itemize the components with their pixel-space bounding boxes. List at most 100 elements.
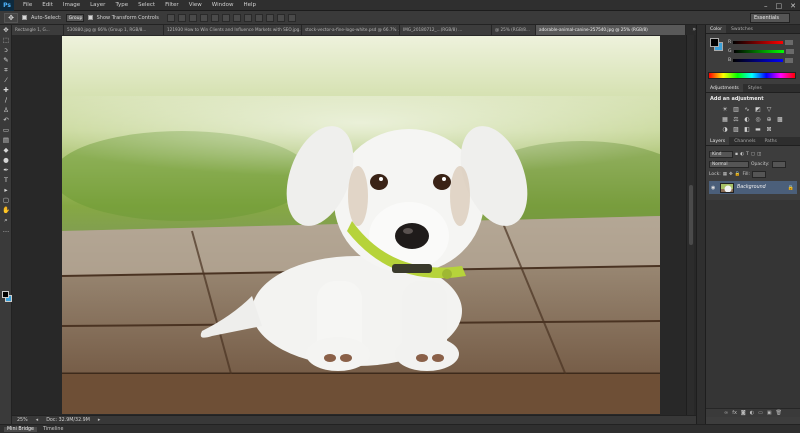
- align-hcenter-icon[interactable]: [210, 13, 219, 22]
- blur-tool-icon[interactable]: ◆: [1, 145, 11, 155]
- move-tool-icon[interactable]: ✥: [4, 12, 18, 23]
- distribute-top-icon[interactable]: [232, 13, 241, 22]
- green-slider[interactable]: [733, 49, 784, 53]
- threshold-icon[interactable]: ◧: [743, 126, 751, 133]
- document-tab[interactable]: Rectangle 1, G...: [12, 25, 64, 35]
- curves-icon[interactable]: ∿: [743, 106, 751, 113]
- distribute-right-icon[interactable]: [287, 13, 296, 22]
- close-icon[interactable]: ✕: [790, 2, 796, 10]
- scrollbar-thumb[interactable]: [689, 185, 693, 245]
- menu-filter[interactable]: Filter: [160, 0, 184, 11]
- move-tool-icon[interactable]: ✥: [1, 25, 11, 35]
- canvas-area[interactable]: [12, 35, 698, 415]
- history-brush-tool-icon[interactable]: ↶: [1, 115, 11, 125]
- lock-pixels-icon[interactable]: ▦: [723, 172, 727, 177]
- fill-field[interactable]: [751, 171, 766, 178]
- layer-name[interactable]: Background: [737, 185, 766, 190]
- green-value-field[interactable]: [785, 48, 794, 54]
- levels-icon[interactable]: ▥: [732, 106, 740, 113]
- status-info-icon[interactable]: ◂: [36, 417, 39, 423]
- transform-controls-checkbox[interactable]: [87, 15, 93, 20]
- extra-tools-icon[interactable]: …: [1, 225, 11, 235]
- hue-saturation-icon[interactable]: ▦: [721, 116, 729, 123]
- layer-style-icon[interactable]: fx: [732, 409, 737, 417]
- brush-tool-icon[interactable]: ∕: [1, 95, 11, 105]
- distribute-hcenter-icon[interactable]: [276, 13, 285, 22]
- document-tab[interactable]: @ 25% (RGB/8...: [492, 25, 536, 35]
- blue-slider[interactable]: [733, 58, 784, 62]
- lasso-tool-icon[interactable]: ↄ: [1, 45, 11, 55]
- healing-tool-icon[interactable]: ✚: [1, 85, 11, 95]
- dodge-tool-icon[interactable]: ●: [1, 155, 11, 165]
- auto-select-checkbox[interactable]: [22, 15, 27, 20]
- menu-help[interactable]: Help: [238, 0, 261, 11]
- menu-view[interactable]: View: [184, 0, 207, 11]
- new-layer-icon[interactable]: ▣: [767, 409, 772, 417]
- quick-select-tool-icon[interactable]: ✎: [1, 55, 11, 65]
- filter-shape-icon[interactable]: ▢: [751, 152, 755, 157]
- filter-pixel-icon[interactable]: ▪: [735, 152, 738, 157]
- tab-timeline[interactable]: Timeline: [43, 427, 63, 432]
- eraser-tool-icon[interactable]: ▭: [1, 125, 11, 135]
- document-tab[interactable]: 121930 How to Win Clients and Influence …: [164, 25, 302, 35]
- vibrance-icon[interactable]: ▽: [765, 106, 773, 113]
- maximize-icon[interactable]: □: [776, 2, 783, 10]
- menu-select[interactable]: Select: [133, 0, 160, 11]
- red-value-field[interactable]: [785, 39, 794, 45]
- link-layers-icon[interactable]: ∞: [724, 409, 728, 417]
- vertical-scrollbar[interactable]: [686, 35, 694, 415]
- selective-color-icon[interactable]: ⊠: [765, 126, 773, 133]
- color-spectrum[interactable]: [708, 72, 796, 79]
- filter-adjustment-icon[interactable]: ◐: [740, 152, 744, 157]
- eyedropper-tool-icon[interactable]: ⁄: [1, 75, 11, 85]
- align-vcenter-icon[interactable]: [177, 13, 186, 22]
- filter-type-icon[interactable]: T: [746, 152, 749, 157]
- gradient-tool-icon[interactable]: ▤: [1, 135, 11, 145]
- distribute-bottom-icon[interactable]: [254, 13, 263, 22]
- tab-paths[interactable]: Paths: [760, 137, 781, 145]
- document-tab[interactable]: 530880.jpg @ 66% (Group 1, RGB/8...: [64, 25, 164, 35]
- color-lookup-icon[interactable]: ▩: [776, 116, 784, 123]
- align-right-icon[interactable]: [221, 13, 230, 22]
- align-left-icon[interactable]: [199, 13, 208, 22]
- path-select-tool-icon[interactable]: ▸: [1, 185, 11, 195]
- red-slider[interactable]: [733, 40, 784, 44]
- new-adjustment-icon[interactable]: ◐: [750, 409, 754, 417]
- document-tab-active[interactable]: adorable-animal-canine-257540.jpg @ 25% …: [536, 25, 686, 35]
- blue-value-field[interactable]: [785, 57, 794, 63]
- tab-mini-bridge[interactable]: Mini Bridge: [4, 426, 38, 432]
- delete-layer-icon[interactable]: 🗑: [776, 409, 782, 417]
- type-tool-icon[interactable]: T: [1, 175, 11, 185]
- auto-select-dropdown[interactable]: Group: [65, 13, 84, 22]
- menu-file[interactable]: File: [18, 0, 37, 11]
- new-group-icon[interactable]: ▭: [758, 409, 763, 417]
- marquee-tool-icon[interactable]: ⬚: [1, 35, 11, 45]
- posterize-icon[interactable]: ▨: [732, 126, 740, 133]
- lock-position-icon[interactable]: ✥: [729, 172, 733, 177]
- workspace-dropdown[interactable]: Essentials: [750, 13, 790, 23]
- invert-icon[interactable]: ◑: [721, 126, 729, 133]
- tab-color[interactable]: Color: [706, 25, 726, 33]
- exposure-icon[interactable]: ◩: [754, 106, 762, 113]
- document-tab[interactable]: IMG_20180712_...(RGB/8) ...: [400, 25, 492, 35]
- visibility-eye-icon[interactable]: ◉: [711, 185, 717, 191]
- status-menu-icon[interactable]: ▸: [98, 417, 101, 423]
- menu-window[interactable]: Window: [207, 0, 239, 11]
- blend-mode-dropdown[interactable]: Normal: [709, 161, 749, 168]
- align-bottom-icon[interactable]: [188, 13, 197, 22]
- hand-tool-icon[interactable]: ✋: [1, 205, 11, 215]
- black-white-icon[interactable]: ◐: [743, 116, 751, 123]
- tab-adjustments[interactable]: Adjustments: [706, 84, 743, 92]
- menu-edit[interactable]: Edit: [37, 0, 58, 11]
- lock-all-icon[interactable]: 🔒: [735, 172, 741, 177]
- channel-mixer-icon[interactable]: ⊕: [765, 116, 773, 123]
- minimize-icon[interactable]: –: [764, 2, 768, 10]
- align-top-icon[interactable]: [166, 13, 175, 22]
- opacity-field[interactable]: [771, 161, 786, 168]
- tab-styles[interactable]: Styles: [744, 84, 766, 92]
- tab-channels[interactable]: Channels: [730, 137, 759, 145]
- tab-layers[interactable]: Layers: [706, 137, 730, 145]
- shape-tool-icon[interactable]: ▢: [1, 195, 11, 205]
- zoom-level[interactable]: 25%: [17, 418, 28, 423]
- tab-swatches[interactable]: Swatches: [727, 25, 757, 33]
